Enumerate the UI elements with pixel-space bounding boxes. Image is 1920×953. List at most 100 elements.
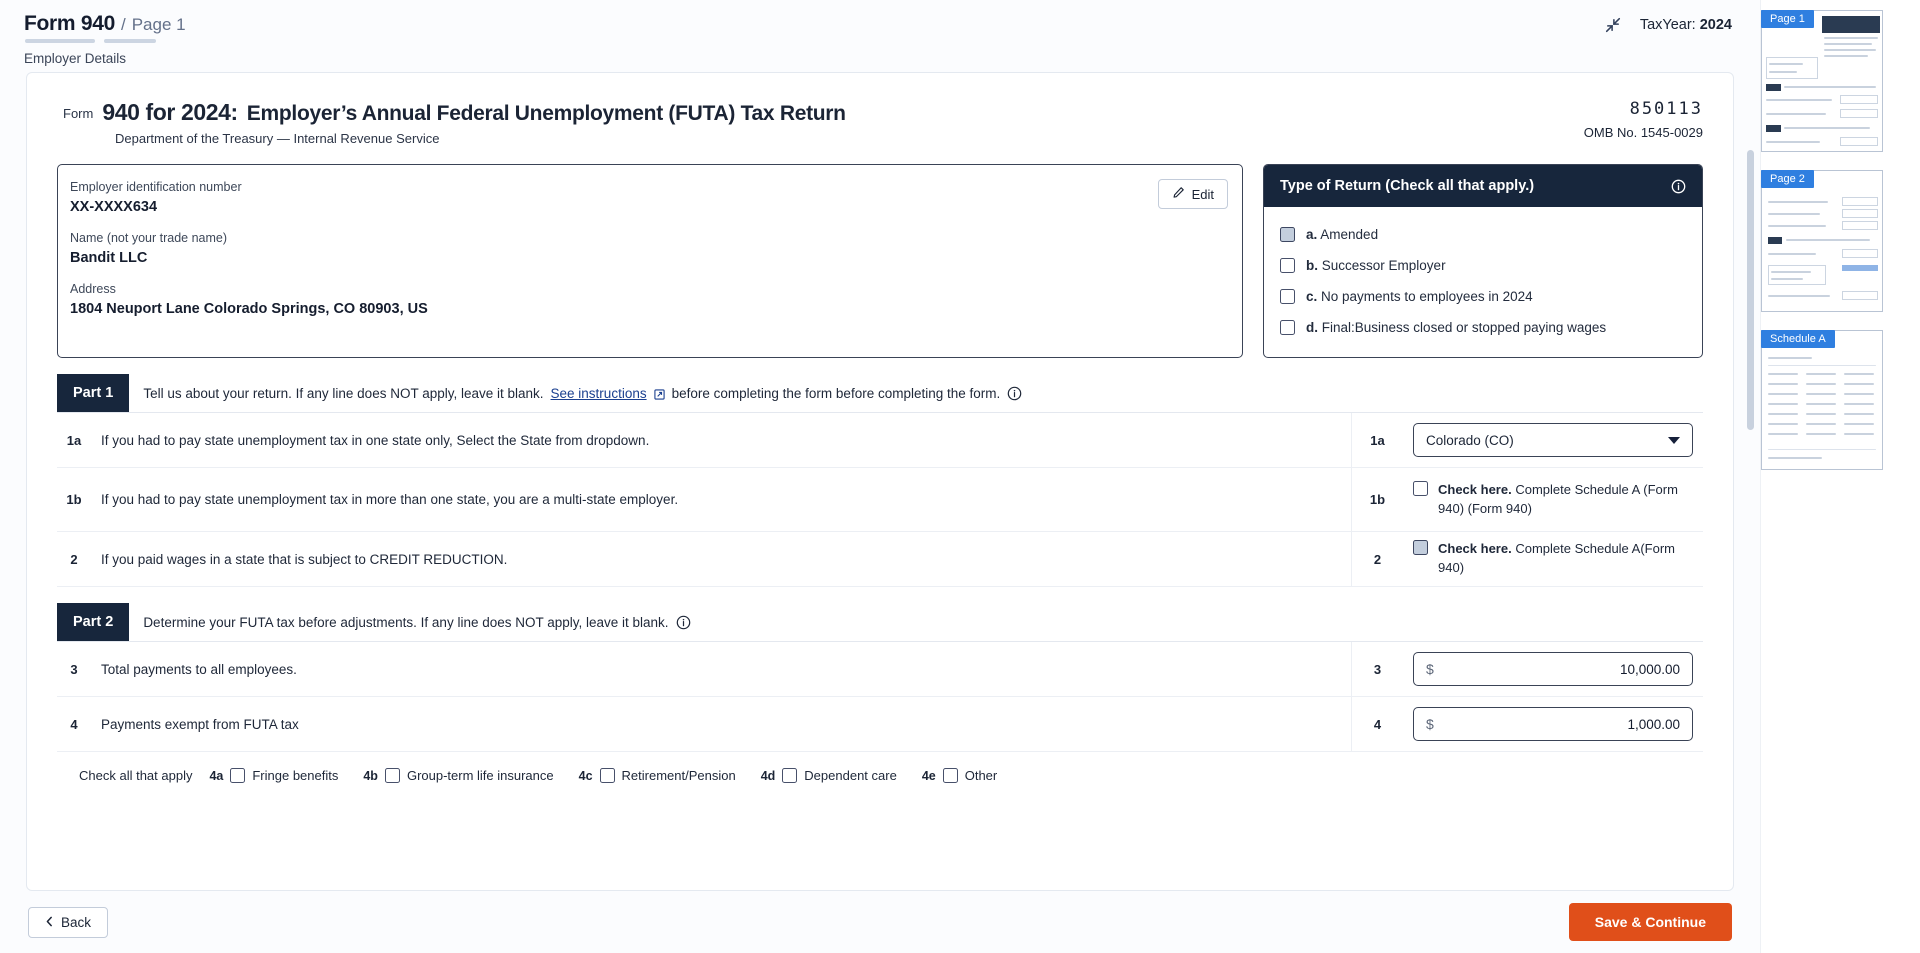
form-scroll-area[interactable]: Form 940 for 2024: Employer’s Annual Fed… (0, 72, 1760, 891)
checkbox-final[interactable] (1280, 320, 1295, 335)
breadcrumb-page[interactable]: Page 1 (132, 15, 186, 35)
return-option-label: b. Successor Employer (1306, 258, 1446, 273)
type-of-return-card: Type of Return (Check all that apply.) a… (1263, 164, 1703, 358)
checkbox-no-payments[interactable] (1280, 289, 1295, 304)
collapse-icon[interactable] (1604, 16, 1622, 34)
part-1-text-before: Tell us about your return. If any line d… (143, 385, 544, 401)
checkbox-schedule-a-multistate[interactable] (1413, 480, 1428, 496)
part-1-header: Part 1 Tell us about your return. If any… (57, 374, 1703, 413)
exempt-payments-input[interactable]: $ 1,000.00 (1413, 707, 1693, 741)
tax-year-label: TaxYear: (1639, 17, 1696, 33)
see-instructions-link[interactable]: See instructions (551, 386, 647, 401)
line-right-number: 1a (1351, 413, 1403, 467)
save-and-continue-button[interactable]: Save & Continue (1568, 903, 1732, 941)
edit-button[interactable]: Edit (1157, 179, 1228, 209)
check-item-retirement-pension[interactable]: 4c Retirement/Pension (579, 768, 736, 783)
check-item-key: 4a (209, 768, 224, 783)
checkbox-amended[interactable] (1280, 227, 1295, 242)
back-button[interactable]: Back (28, 906, 109, 938)
check-item-label: Other (964, 768, 998, 783)
breadcrumb-form-name[interactable]: Form 940 (24, 12, 115, 36)
check-item-dependent-care[interactable]: 4d Dependent care (761, 768, 897, 783)
type-of-return-header: Type of Return (Check all that apply.) (1264, 165, 1702, 207)
employer-field-value: Bandit LLC (70, 250, 148, 266)
employer-field-value: 1804 Neuport Lane Colorado Springs, CO 8… (70, 301, 428, 317)
state-select[interactable]: Colorado (CO) (1413, 423, 1693, 457)
line-text: If you had to pay state unemployment tax… (101, 492, 679, 507)
line-2-control[interactable]: Check here. Complete Schedule A(Form 940… (1403, 532, 1703, 586)
form-number-line: 940 for 2024: (102, 99, 238, 125)
info-icon[interactable] (676, 615, 691, 630)
thumbnail-label: Page 2 (1761, 170, 1814, 188)
currency-symbol: $ (1426, 716, 1434, 732)
breadcrumb: Form 940 / Page 1 (24, 12, 1760, 36)
line-number: 1a (66, 432, 82, 448)
line-1b-check-label: Check here. Complete Schedule A (Form 94… (1438, 481, 1678, 516)
tax-year-indicator: TaxYear: 2024 (1640, 17, 1732, 33)
total-payments-input[interactable]: $ 10,000.00 (1413, 652, 1693, 686)
line-number: 3 (70, 661, 78, 677)
checkbox-retirement-pension[interactable] (599, 768, 615, 783)
return-option-successor-employer[interactable]: b. Successor Employer (1280, 250, 1686, 281)
checkbox-dependent-care[interactable] (782, 768, 798, 783)
checkbox-successor-employer[interactable] (1280, 258, 1295, 273)
back-button-label: Back (61, 914, 92, 930)
check-item-fringe-benefits[interactable]: 4a Fringe benefits (209, 768, 338, 783)
omb-number: OMB No. 1545-0029 (1583, 125, 1703, 140)
return-option-no-payments[interactable]: c. No payments to employees in 2024 (1280, 281, 1686, 312)
line-2: 2 If you paid wages in a state that is s… (57, 532, 1703, 587)
check-item-other[interactable]: 4e Other (922, 768, 997, 783)
return-option-label: d. Final:Business closed or stopped payi… (1306, 320, 1607, 335)
checkbox-other[interactable] (942, 768, 958, 783)
checkbox-fringe-benefits[interactable] (230, 768, 246, 783)
check-item-label: Group-term life insurance (406, 768, 554, 783)
check-item-key: 4e (921, 768, 936, 783)
line-3: 3 Total payments to all employees. 3 $ 1… (57, 642, 1703, 697)
checkbox-group-term-life[interactable] (384, 768, 400, 783)
line-1b: 1b If you had to pay state unemployment … (57, 468, 1703, 532)
employer-field-label: Address (70, 282, 116, 296)
chevron-down-icon (1668, 436, 1680, 444)
info-icon[interactable] (1671, 179, 1686, 194)
return-option-label: a. Amended (1306, 227, 1379, 242)
exempt-payments-value: 1,000.00 (1627, 716, 1680, 732)
return-option-amended[interactable]: a. Amended (1280, 219, 1686, 250)
line-1a: 1a If you had to pay state unemployment … (57, 413, 1703, 468)
line-text: Payments exempt from FUTA tax (101, 716, 299, 732)
info-icon[interactable] (1007, 386, 1022, 401)
part-2-tag: Part 2 (57, 603, 130, 641)
check-item-group-term-life[interactable]: 4b Group-term life insurance (363, 768, 554, 783)
line-number: 1b (66, 492, 82, 507)
form-word-label: Form (63, 106, 94, 121)
checkbox-schedule-a-credit-reduction[interactable] (1413, 540, 1428, 556)
external-link-icon[interactable] (653, 388, 665, 400)
pencil-icon (1172, 186, 1185, 202)
line-right-number: 3 (1351, 642, 1403, 696)
part-1-text-after: before completing the form before comple… (671, 385, 1001, 401)
thumbnail-schedule-a[interactable]: Schedule A (1761, 330, 1883, 470)
line-4-control: $ 1,000.00 (1403, 699, 1703, 749)
state-select-value: Colorado (CO) (1426, 432, 1514, 448)
part-2-header: Part 2 Determine your FUTA tax before ad… (57, 603, 1703, 642)
employer-field-label: Name (not your trade name) (70, 231, 228, 245)
thumbnail-preview[interactable] (1761, 170, 1883, 312)
line-1a-control: Colorado (CO) (1403, 415, 1703, 465)
return-option-final[interactable]: d. Final:Business closed or stopped payi… (1280, 312, 1686, 343)
form-title: Employer’s Annual Federal Unemployment (… (246, 102, 846, 125)
edit-button-label: Edit (1191, 186, 1214, 202)
thumbnail-page-2[interactable]: Page 2 (1761, 170, 1883, 312)
vertical-scrollbar[interactable] (1747, 150, 1754, 430)
thumbnail-page-1[interactable]: Page 1 (1761, 10, 1883, 152)
app-root: Form 940 / Page 1 Employer Details TaxYe… (0, 0, 1920, 953)
breadcrumb-underline-marks (25, 39, 1760, 43)
form-subtitle: Department of the Treasury — Internal Re… (115, 131, 440, 146)
type-of-return-options: a. Amended b. Successor Employer c. No p… (1264, 207, 1702, 357)
form-header: Form 940 for 2024: Employer’s Annual Fed… (49, 99, 1711, 146)
thumbnail-preview[interactable] (1761, 330, 1883, 470)
part-2-text: Determine your FUTA tax before adjustmen… (143, 614, 669, 630)
type-of-return-heading: Type of Return (Check all that apply.) (1280, 178, 1535, 194)
thumbnail-preview[interactable] (1761, 10, 1883, 152)
line-1b-control[interactable]: Check here. Complete Schedule A (Form 94… (1403, 473, 1703, 527)
chevron-left-icon (45, 915, 54, 930)
employer-field-value: XX-XXXX634 (70, 199, 158, 215)
